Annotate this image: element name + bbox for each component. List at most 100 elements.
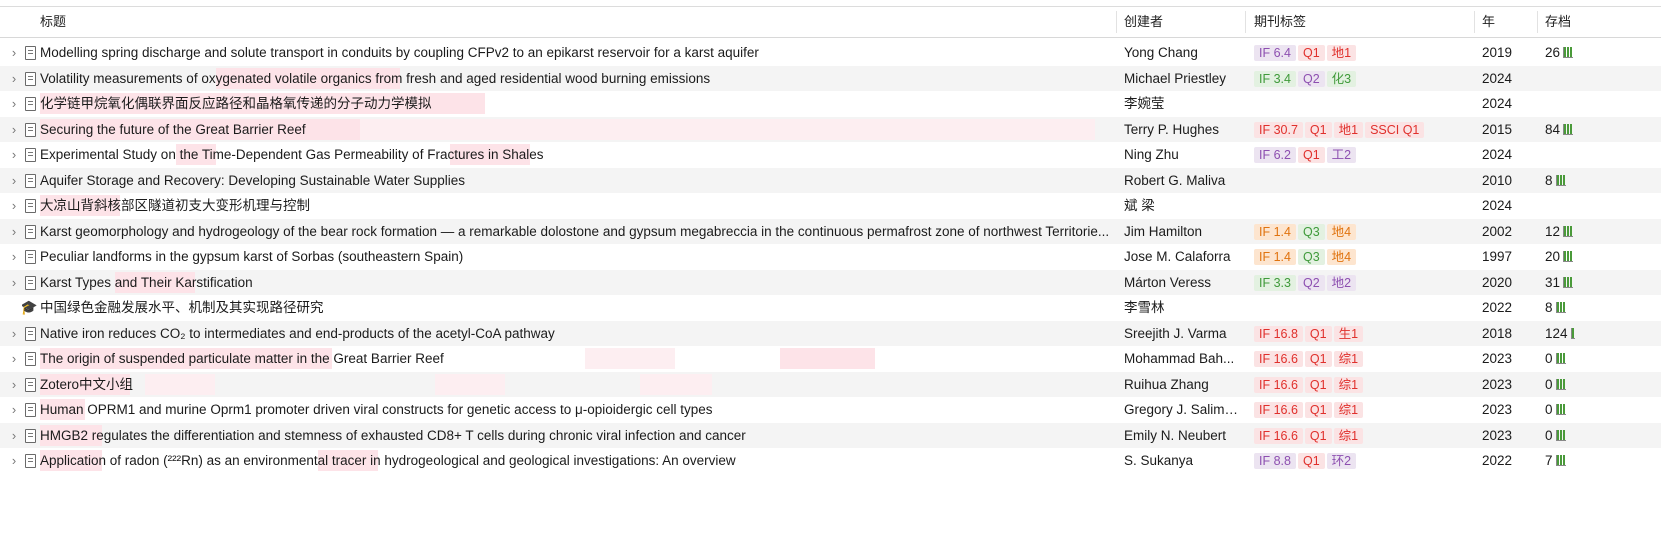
- expand-chevron-icon[interactable]: ›: [8, 372, 20, 398]
- document-icon: [22, 321, 38, 347]
- table-row[interactable]: › Volatility measurements of oxygenated v…: [0, 65, 1661, 92]
- expand-chevron-icon[interactable]: ›: [8, 244, 20, 270]
- bar-chart-icon: [1570, 327, 1575, 339]
- journal-tag-badge: Q1: [1304, 427, 1332, 444]
- expand-chevron-icon[interactable]: ›: [8, 91, 20, 117]
- table-row[interactable]: › Securing the future of the Great Barrie…: [0, 116, 1661, 143]
- expand-chevron-icon[interactable]: ›: [8, 346, 20, 372]
- document-icon: [22, 219, 38, 245]
- expand-chevron-icon[interactable]: ›: [8, 270, 20, 296]
- item-year: 2019: [1482, 45, 1513, 60]
- item-creator: Yong Chang: [1124, 45, 1198, 60]
- item-year: 2024: [1482, 96, 1513, 111]
- table-row[interactable]: › Karst geomorphology and hydrogeology of…: [0, 218, 1661, 245]
- bar-chart-icon: [1563, 276, 1574, 288]
- item-title[interactable]: Karst Types and Their Karstification: [40, 270, 1110, 296]
- table-row[interactable]: › Karst Types and Their Karstification Már…: [0, 269, 1661, 296]
- archive-count: 8: [1545, 300, 1553, 315]
- bar-chart-icon: [1555, 174, 1566, 186]
- item-year: 2010: [1482, 172, 1513, 188]
- expand-chevron-icon[interactable]: ›: [8, 142, 20, 168]
- journal-tags: IF 30.7 Q1 地1 SSCI Q1: [1254, 117, 1469, 143]
- item-title[interactable]: Zotero中文小组: [40, 372, 1110, 398]
- item-title[interactable]: 化学链甲烷氧化偶联界面反应路径和晶格氧传递的分子动力学模拟: [40, 91, 1110, 117]
- table-row[interactable]: › Native iron reduces CO₂ to intermediate…: [0, 320, 1661, 347]
- table-row[interactable]: › Aquifer Storage and Recovery: Developin…: [0, 167, 1661, 194]
- column-divider[interactable]: [1116, 11, 1117, 33]
- table-row[interactable]: › The origin of suspended particulate mat…: [0, 346, 1661, 372]
- journal-tag-badge: Q3: [1297, 249, 1325, 266]
- journal-tag-badge: 地2: [1326, 274, 1357, 291]
- table-row[interactable]: › 大凉山背斜核部区隧道初支大变形机理与控制斌 梁 2024: [0, 193, 1661, 219]
- journal-tags: IF 16.6 Q1 综1: [1254, 423, 1469, 449]
- item-year: 2024: [1482, 70, 1513, 86]
- item-title[interactable]: Securing the future of the Great Barrier…: [40, 117, 1110, 143]
- item-title[interactable]: HMGB2 regulates the differentiation and …: [40, 423, 1110, 449]
- table-row[interactable]: › Peculiar landforms in the gypsum karst …: [0, 244, 1661, 270]
- item-archive: 20: [1545, 244, 1575, 270]
- expand-chevron-icon[interactable]: ›: [8, 193, 20, 219]
- item-archive: 0: [1545, 372, 1575, 398]
- journal-tag-badge: 地1: [1333, 121, 1364, 138]
- item-year: 2023: [1482, 427, 1513, 443]
- expand-chevron-icon[interactable]: ›: [8, 168, 20, 194]
- expand-chevron-icon[interactable]: ›: [8, 219, 20, 245]
- item-title[interactable]: Application of radon (²²²Rn) as an envir…: [40, 448, 1110, 474]
- table-row[interactable]: › 化学链甲烷氧化偶联界面反应路径和晶格氧传递的分子动力学模拟 李婉莹 2024: [0, 91, 1661, 117]
- expand-chevron-icon[interactable]: ›: [8, 117, 20, 143]
- item-creator: Sreejith J. Varma: [1124, 325, 1227, 341]
- item-title[interactable]: 大凉山背斜核部区隧道初支大变形机理与控制: [40, 193, 1110, 219]
- journal-tags: IF 16.8 Q1 生1: [1254, 321, 1469, 347]
- expand-chevron-icon[interactable]: ›: [8, 321, 20, 347]
- table-row[interactable]: › Zotero中文小组 Ruihua Zhang IF 16.6 Q1 综1 2023 0: [0, 371, 1661, 398]
- journal-tag-badge: Q3: [1297, 223, 1325, 240]
- column-header-journal-tags[interactable]: 期刊标签: [1254, 7, 1404, 37]
- journal-tag-badge: IF 3.4: [1254, 70, 1296, 87]
- column-header-title[interactable]: 标题: [40, 7, 240, 37]
- item-title[interactable]: Volatility measurements of oxygenated vo…: [40, 66, 1110, 92]
- table-row[interactable]: 🎓 中国绿色金融发展水平、机制及其实现路径研究 李雪林 2022 8: [0, 295, 1661, 321]
- item-title[interactable]: Native iron reduces CO₂ to intermediates…: [40, 321, 1110, 347]
- item-title[interactable]: Human OPRM1 and murine Oprm1 promoter dr…: [40, 397, 1110, 423]
- document-icon: [22, 423, 38, 449]
- column-divider[interactable]: [1245, 11, 1246, 33]
- item-title[interactable]: Experimental Study on the Time-Dependent…: [40, 142, 1110, 168]
- document-icon: [22, 117, 38, 143]
- item-creator: Ning Zhu: [1124, 147, 1179, 162]
- table-row[interactable]: › HMGB2 regulates the differentiation and…: [0, 422, 1661, 449]
- journal-tags: IF 3.3 Q2 地2: [1254, 270, 1469, 296]
- item-title[interactable]: Modelling spring discharge and solute tr…: [40, 40, 1110, 66]
- expand-chevron-icon[interactable]: ›: [8, 397, 20, 423]
- journal-tags: [1254, 295, 1469, 321]
- item-archive: 7: [1545, 448, 1575, 474]
- column-header-year[interactable]: 年: [1482, 7, 1522, 37]
- journal-tags: IF 6.4 Q1 地1: [1254, 40, 1469, 66]
- item-title[interactable]: The origin of suspended particulate matt…: [40, 346, 1110, 372]
- bar-chart-icon: [1563, 251, 1574, 262]
- expand-chevron-icon[interactable]: ›: [8, 40, 20, 66]
- journal-tag-badge: IF 16.6: [1254, 427, 1303, 444]
- item-archive: [1545, 66, 1575, 92]
- document-icon: [22, 448, 38, 474]
- column-divider[interactable]: [1537, 11, 1538, 33]
- document-icon: [22, 168, 38, 194]
- expand-chevron-icon[interactable]: ›: [8, 66, 20, 92]
- item-archive: 0: [1545, 397, 1575, 423]
- item-title[interactable]: Peculiar landforms in the gypsum karst o…: [40, 244, 1110, 270]
- item-title[interactable]: Aquifer Storage and Recovery: Developing…: [40, 168, 1110, 194]
- column-header-archive[interactable]: 存档: [1545, 7, 1585, 37]
- expand-chevron-icon[interactable]: ›: [8, 423, 20, 449]
- column-header-creator[interactable]: 创建者: [1124, 7, 1234, 37]
- item-title[interactable]: 中国绿色金融发展水平、机制及其实现路径研究: [40, 295, 1110, 321]
- table-row[interactable]: › Application of radon (²²²Rn) as an envi…: [0, 448, 1661, 474]
- document-icon: [22, 346, 38, 372]
- journal-tag-badge: 综1: [1333, 376, 1364, 393]
- table-row[interactable]: › Experimental Study on the Time-Dependen…: [0, 142, 1661, 168]
- expand-chevron-icon[interactable]: ›: [8, 448, 20, 474]
- table-row[interactable]: › Human OPRM1 and murine Oprm1 promoter d…: [0, 397, 1661, 423]
- item-title[interactable]: Karst geomorphology and hydrogeology of …: [40, 219, 1110, 245]
- journal-tag-badge: Q1: [1304, 121, 1332, 138]
- journal-tag-badge: 工2: [1326, 147, 1357, 164]
- column-divider[interactable]: [1474, 11, 1475, 33]
- table-row[interactable]: › Modelling spring discharge and solute t…: [0, 40, 1661, 66]
